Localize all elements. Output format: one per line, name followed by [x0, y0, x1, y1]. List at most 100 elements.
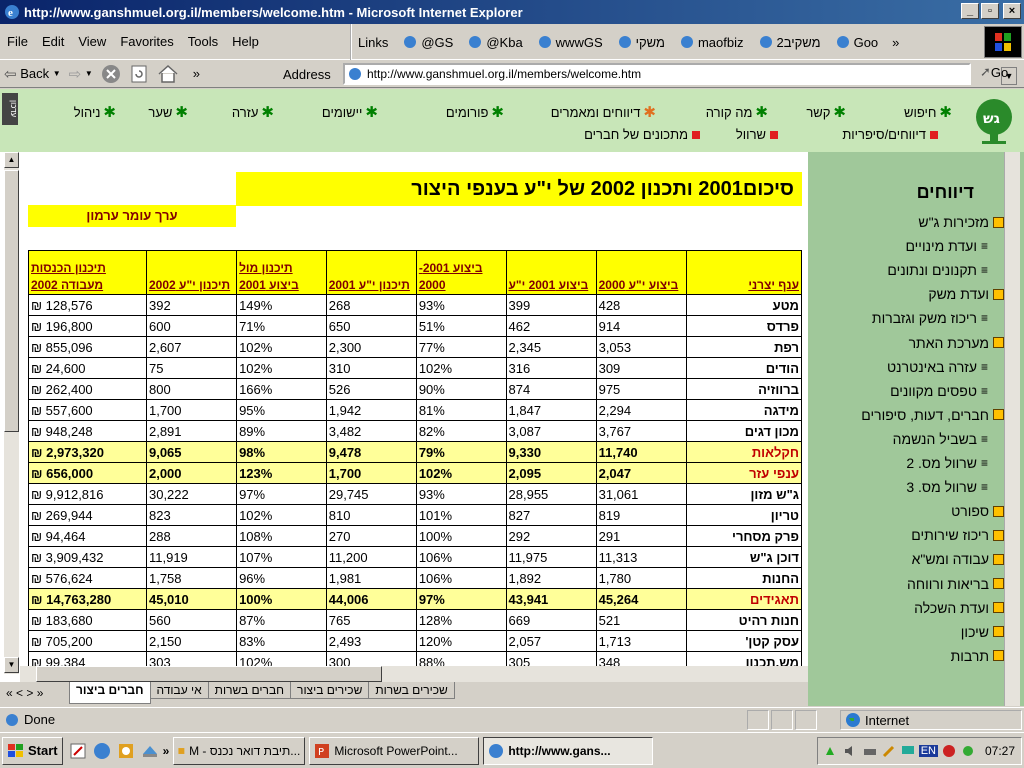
- home-button[interactable]: [153, 64, 183, 84]
- sidebar-item[interactable]: ועדת השכלה: [914, 600, 1004, 616]
- nav-reports-libraries[interactable]: דיווחים/סיפריות: [842, 127, 938, 142]
- printer-icon[interactable]: [862, 743, 878, 759]
- menu-edit[interactable]: Edit: [35, 34, 71, 49]
- nav-sleeve[interactable]: שרוול: [736, 127, 778, 142]
- go-button[interactable]: ➚ Go: [980, 64, 1008, 80]
- minimize-button[interactable]: _: [961, 3, 979, 19]
- sidebar-scrollbar[interactable]: [1004, 152, 1020, 706]
- table-row: מטע 428 399 93% 268 149% 392 128,576 ₪: [28, 294, 803, 316]
- nav-gate[interactable]: שער ✱: [148, 103, 188, 121]
- monitor-icon[interactable]: [900, 743, 916, 759]
- chevron-down-icon: ▼: [84, 69, 93, 78]
- menu-help[interactable]: Help: [225, 34, 266, 49]
- back-button[interactable]: ⇦ Back ▼: [0, 65, 65, 83]
- sync-icon[interactable]: [941, 743, 957, 759]
- nav-apps[interactable]: יישומים ✱: [322, 103, 378, 121]
- sidebar-item[interactable]: ≡ תקנונים ונתונים: [887, 262, 988, 278]
- taskbar-item-mail[interactable]: M - תיבת דואר נכנס...: [173, 736, 306, 765]
- sidebar-item[interactable]: מערכת האתר: [909, 335, 1004, 351]
- close-button[interactable]: ×: [1003, 3, 1021, 19]
- value-cell: 1,758: [145, 567, 238, 589]
- menu-file[interactable]: File: [0, 34, 35, 49]
- link-item[interactable]: @GS: [402, 34, 453, 50]
- refresh-button[interactable]: [125, 64, 153, 84]
- sidebar-item[interactable]: ועדת משק: [928, 286, 1004, 302]
- sheet-tab-navigation[interactable]: « < > »: [0, 682, 70, 700]
- sidebar-item[interactable]: ריכוז שירותים: [911, 527, 1004, 543]
- link-item[interactable]: @Kba: [467, 34, 523, 50]
- quicklaunch-ie-icon[interactable]: [93, 742, 111, 760]
- menu-tools[interactable]: Tools: [181, 34, 225, 49]
- link-item[interactable]: Goo: [835, 34, 878, 50]
- sidebar-item[interactable]: ספורט: [951, 503, 1004, 519]
- quicklaunch-desktop-icon[interactable]: [141, 742, 159, 760]
- network-icon[interactable]: [824, 743, 840, 759]
- nav-contact[interactable]: קשר ✱: [806, 103, 846, 121]
- speaker-icon[interactable]: [843, 743, 859, 759]
- taskbar-item-ie[interactable]: http://www.gans...: [483, 736, 654, 765]
- horizontal-scrollbar[interactable]: [20, 666, 810, 682]
- sheet-tab[interactable]: חברים בשרות: [207, 682, 292, 699]
- quicklaunch-edit-icon[interactable]: [69, 742, 87, 760]
- sheet-tab[interactable]: חברים ביצור: [69, 682, 151, 704]
- nav-reports[interactable]: דיווחים ומאמרים ✱: [551, 103, 656, 121]
- vertical-scrollbar[interactable]: ▲ ▼: [4, 152, 19, 674]
- link-item[interactable]: wwwGS: [537, 34, 603, 50]
- sidebar-item[interactable]: ≡ ועדת מינויים: [905, 238, 988, 254]
- nav-admin[interactable]: ניהול ✱: [74, 103, 116, 121]
- link-item[interactable]: maofbiz: [679, 34, 744, 50]
- sidebar-item[interactable]: ≡ ריכוז משק וגזברות: [872, 310, 988, 326]
- sidebar-item[interactable]: מזכירות ג"ש: [918, 214, 1004, 230]
- value-cell: 557,600 ₪: [28, 399, 147, 421]
- nav-member-recipes[interactable]: מתכונים של חברים: [584, 127, 700, 142]
- nav-whats-new[interactable]: מה קורה ✱: [706, 103, 768, 121]
- scroll-down-icon[interactable]: ▼: [4, 657, 19, 673]
- language-indicator[interactable]: EN: [918, 745, 938, 757]
- sidebar-item[interactable]: ≡ שרוול מס. 3: [906, 479, 988, 495]
- links-more[interactable]: »: [892, 35, 899, 50]
- scroll-thumb[interactable]: [4, 170, 19, 432]
- sidebar-item[interactable]: ≡ טפסים מקוונים: [890, 383, 988, 399]
- sheet-tab[interactable]: שכירים בשרות: [368, 682, 455, 699]
- ie-page-icon: [759, 36, 772, 48]
- virus-scan-icon[interactable]: [960, 743, 976, 759]
- column-header: ביצוע 2001 י"ע: [505, 250, 597, 295]
- toolbar-more[interactable]: »: [189, 66, 204, 81]
- sheet-tab[interactable]: אי עבודה: [149, 682, 209, 699]
- quicklaunch-outlook-icon[interactable]: [117, 742, 135, 760]
- value-cell: 827: [505, 504, 597, 526]
- value-cell: 89%: [236, 420, 327, 442]
- menu-view[interactable]: View: [71, 34, 113, 49]
- pen-icon[interactable]: [881, 743, 897, 759]
- scroll-up-icon[interactable]: ▲: [4, 152, 19, 168]
- back-arrow-icon: ⇦: [4, 65, 17, 83]
- value-cell: 309: [595, 357, 687, 379]
- sidebar-item[interactable]: תרבות: [951, 648, 1004, 664]
- sidebar-item[interactable]: ≡ עזרה באינטרנט: [887, 359, 988, 375]
- forward-button[interactable]: ⇨ ▼: [65, 65, 97, 83]
- taskbar-item-powerpoint[interactable]: P Microsoft PowerPoint...: [309, 736, 480, 765]
- update-badge[interactable]: עדכון: [2, 93, 18, 125]
- branch-name-cell: דוכן ג"ש: [685, 546, 803, 568]
- h-scroll-thumb[interactable]: [36, 666, 382, 682]
- sidebar-item[interactable]: עבודה ומש"א: [912, 551, 1004, 567]
- quicklaunch-more[interactable]: »: [163, 744, 170, 758]
- link-item[interactable]: משקיב2: [758, 34, 821, 50]
- maximize-button[interactable]: ▫: [981, 3, 999, 19]
- stop-button[interactable]: [97, 64, 125, 84]
- sidebar-item[interactable]: בריאות ורווחה: [907, 576, 1004, 592]
- branch-name-cell: פרדס: [685, 315, 803, 337]
- sidebar-item[interactable]: שיכון: [961, 624, 1004, 640]
- sidebar-item[interactable]: ≡ שרוול מס. 2: [906, 455, 988, 471]
- menu-favorites[interactable]: Favorites: [113, 34, 180, 49]
- sidebar-item[interactable]: חברים, דעות, סיפורים: [861, 407, 1004, 423]
- sheet-tab[interactable]: שכירים ביצור: [290, 682, 370, 699]
- value-cell: 28,955: [505, 483, 597, 505]
- nav-forums[interactable]: פורומים ✱: [446, 103, 504, 121]
- nav-help[interactable]: עזרה ✱: [232, 103, 274, 121]
- start-button[interactable]: Start: [2, 736, 63, 765]
- nav-search[interactable]: חיפוש ✱: [904, 103, 952, 121]
- address-input[interactable]: http://www.ganshmuel.org.il/members/welc…: [343, 63, 1017, 85]
- sidebar-item[interactable]: ≡ בשביל הנשמה: [893, 431, 988, 447]
- link-item[interactable]: משקי: [617, 34, 665, 50]
